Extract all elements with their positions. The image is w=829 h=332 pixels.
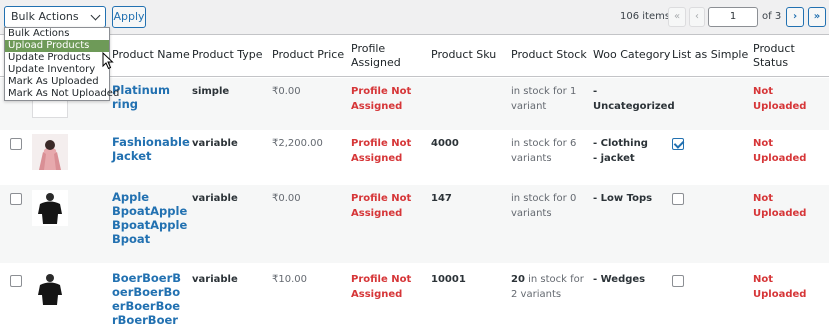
product-name-link[interactable]: Fashionable Jacket bbox=[112, 135, 190, 163]
product-price: ₹10.00 bbox=[272, 274, 307, 285]
bulk-actions-dropdown: Bulk Actions Upload Products Update Prod… bbox=[4, 27, 119, 101]
product-name-link[interactable]: Apple BpoatApple BpoatApple Bpoat bbox=[112, 190, 187, 246]
col-product-sku[interactable]: Product Sku bbox=[431, 48, 496, 62]
total-pages: of 3 bbox=[762, 11, 782, 22]
profile-assigned: Profile Not Assigned bbox=[351, 193, 412, 219]
woo-category: - Uncategorized bbox=[593, 86, 675, 112]
product-type: variable bbox=[192, 138, 238, 149]
product-price: ₹0.00 bbox=[272, 193, 301, 204]
product-type: simple bbox=[192, 86, 230, 97]
row-checkbox[interactable] bbox=[10, 193, 22, 205]
product-status: Not Uploaded bbox=[753, 193, 807, 219]
woo-category: - Low Tops bbox=[593, 193, 653, 204]
col-woo-category[interactable]: Woo Category bbox=[593, 48, 670, 62]
product-name-link[interactable]: BoerBoerBoerBoerBoerBoerBoerBoerBoer bbox=[112, 271, 184, 327]
product-stock: in stock for 6 variants bbox=[511, 138, 577, 164]
list-as-simple-checkbox[interactable] bbox=[672, 193, 684, 205]
apply-button[interactable]: Apply bbox=[112, 6, 146, 28]
bulk-actions-value: Bulk Actions bbox=[11, 10, 79, 23]
stock-quantity: 20 bbox=[511, 274, 525, 285]
current-page-input[interactable]: 1 bbox=[708, 7, 758, 27]
col-list-as-simple[interactable]: List as Simple bbox=[672, 48, 748, 62]
products-table: Product Name Product Type Product Price … bbox=[0, 34, 829, 332]
col-product-stock[interactable]: Product Stock bbox=[511, 48, 587, 62]
bulk-option-update-inventory[interactable]: Update Inventory bbox=[5, 64, 109, 76]
product-stock: in stock for 0 variants bbox=[511, 193, 577, 219]
product-price: ₹2,200.00 bbox=[272, 138, 323, 149]
next-page-button[interactable]: › bbox=[786, 7, 804, 27]
col-product-status[interactable]: Product Status bbox=[753, 42, 813, 70]
bulk-option-update-products[interactable]: Update Products bbox=[5, 52, 109, 64]
product-type: variable bbox=[192, 193, 238, 204]
bulk-option-mark-not-uploaded[interactable]: Mark As Not Uploaded bbox=[5, 88, 119, 100]
table-row: BoerBoerBoerBoerBoerBoerBoerBoerBoer var… bbox=[0, 263, 829, 332]
product-sku: 10001 bbox=[431, 274, 466, 285]
table-row: Apple BpoatApple BpoatApple Bpoat variab… bbox=[0, 185, 829, 263]
chevron-down-icon bbox=[90, 10, 101, 21]
product-sku: 4000 bbox=[431, 138, 459, 149]
profile-assigned: Profile Not Assigned bbox=[351, 138, 412, 164]
bulk-option-upload-products[interactable]: Upload Products bbox=[5, 40, 109, 52]
product-name-link[interactable]: Platinum ring bbox=[112, 83, 186, 111]
row-checkbox[interactable] bbox=[10, 275, 22, 287]
col-product-price[interactable]: Product Price bbox=[272, 48, 344, 62]
table-navigation: Bulk Actions Apply 106 items « ‹ 1 of 3 … bbox=[0, 0, 829, 34]
woo-category: - Wedges bbox=[593, 274, 646, 285]
col-profile-assigned[interactable]: Profile Assigned bbox=[351, 42, 411, 70]
profile-assigned: Profile Not Assigned bbox=[351, 274, 412, 300]
row-checkbox[interactable] bbox=[10, 138, 22, 150]
col-product-name[interactable]: Product Name bbox=[112, 48, 190, 62]
table-row: Platinum ring simple ₹0.00 Profile Not A… bbox=[0, 78, 829, 130]
list-as-simple-checkbox[interactable] bbox=[672, 138, 684, 150]
bulk-actions-select[interactable]: Bulk Actions bbox=[4, 6, 106, 28]
product-thumbnail bbox=[32, 134, 68, 170]
woo-category: - Clothing - jacket bbox=[593, 138, 648, 164]
product-type: variable bbox=[192, 274, 238, 285]
col-product-type[interactable]: Product Type bbox=[192, 48, 263, 62]
list-as-simple-checkbox[interactable] bbox=[672, 275, 684, 287]
table-header: Product Name Product Type Product Price … bbox=[0, 35, 829, 77]
product-thumbnail bbox=[32, 271, 68, 307]
product-stock: 20 in stock for 2 variants bbox=[511, 272, 585, 302]
product-status: Not Uploaded bbox=[753, 86, 807, 112]
mouse-cursor-icon bbox=[102, 52, 114, 70]
product-price: ₹0.00 bbox=[272, 86, 301, 97]
bulk-option-mark-uploaded[interactable]: Mark As Uploaded bbox=[5, 76, 109, 88]
product-sku: 147 bbox=[431, 193, 452, 204]
profile-assigned: Profile Not Assigned bbox=[351, 86, 412, 112]
product-status: Not Uploaded bbox=[753, 274, 807, 300]
table-row: Fashionable Jacket variable ₹2,200.00 Pr… bbox=[0, 130, 829, 185]
product-stock: in stock for 1 variant bbox=[511, 86, 577, 112]
product-status: Not Uploaded bbox=[753, 138, 807, 164]
bulk-option-bulk-actions[interactable]: Bulk Actions bbox=[5, 28, 109, 40]
product-thumbnail bbox=[32, 100, 68, 118]
first-page-button[interactable]: « bbox=[668, 7, 686, 27]
prev-page-button[interactable]: ‹ bbox=[689, 7, 705, 27]
product-thumbnail bbox=[32, 190, 68, 226]
items-count: 106 items bbox=[620, 11, 671, 22]
last-page-button[interactable]: » bbox=[808, 7, 826, 27]
